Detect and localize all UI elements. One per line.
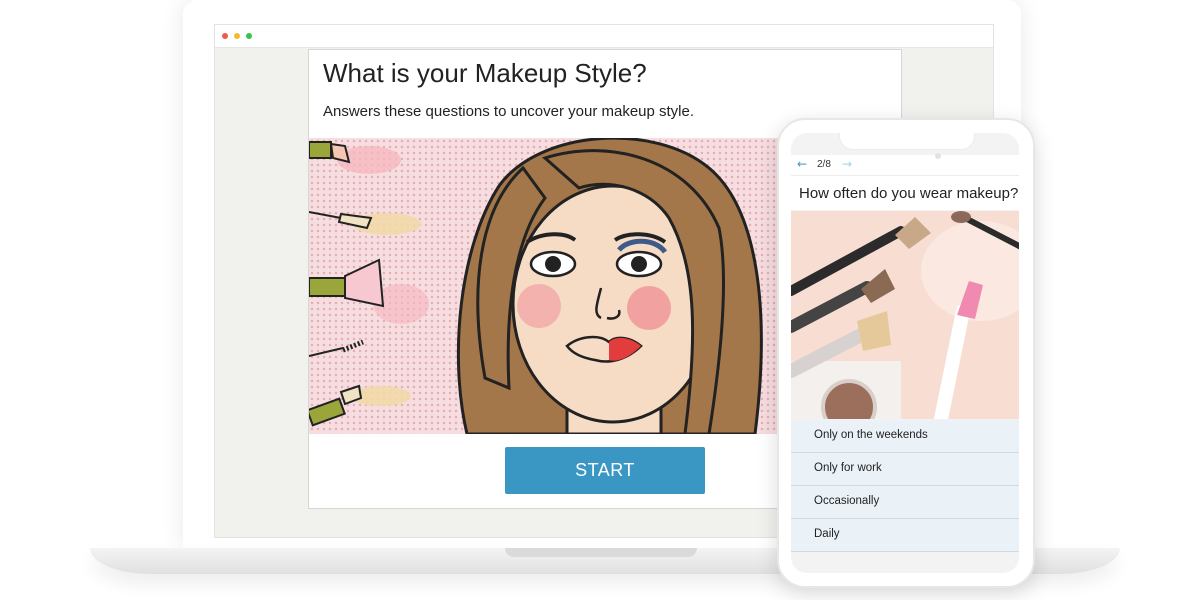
start-button[interactable]: START: [505, 447, 705, 494]
quiz-subtitle: Answers these questions to uncover your …: [323, 103, 695, 120]
phone-frame: ← 2/8 → How often do you wear makeup? On…: [777, 118, 1035, 588]
laptop-hinge-notch: [505, 548, 697, 557]
brush-icon: [309, 141, 351, 164]
window-minimize-button[interactable]: [234, 33, 240, 39]
answer-option[interactable]: Only for work: [791, 453, 1019, 486]
quiz-navigation-bar: ← 2/8 →: [791, 155, 1019, 176]
window-close-button[interactable]: [222, 33, 228, 39]
phone-screen: ← 2/8 → How often do you wear makeup? On…: [791, 133, 1019, 573]
answer-option-label: Only on the weekends: [814, 429, 928, 441]
browser-title-bar: [215, 25, 993, 48]
answer-option-label: Only for work: [814, 462, 882, 474]
arrow-left-icon[interactable]: ←: [797, 157, 807, 171]
camera-icon: [935, 153, 941, 159]
question-text: How often do you wear makeup?: [799, 185, 1019, 202]
phone-notch: [839, 133, 975, 150]
answer-option[interactable]: Daily: [791, 519, 1019, 552]
makeup-brushes-photo: [791, 211, 1019, 419]
answer-options: Only on the weekends Only for work Occas…: [791, 420, 1019, 552]
answer-option[interactable]: Occasionally: [791, 486, 1019, 519]
window-zoom-button[interactable]: [246, 33, 252, 39]
question-header: How often do you wear makeup?: [791, 176, 1019, 210]
quiz-title: What is your Makeup Style?: [323, 58, 647, 88]
answer-option-label: Daily: [814, 528, 840, 540]
arrow-right-icon[interactable]: →: [842, 157, 852, 171]
answer-option-label: Occasionally: [814, 495, 880, 507]
question-progress: 2/8: [817, 159, 831, 170]
answer-option[interactable]: Only on the weekends: [791, 420, 1019, 453]
